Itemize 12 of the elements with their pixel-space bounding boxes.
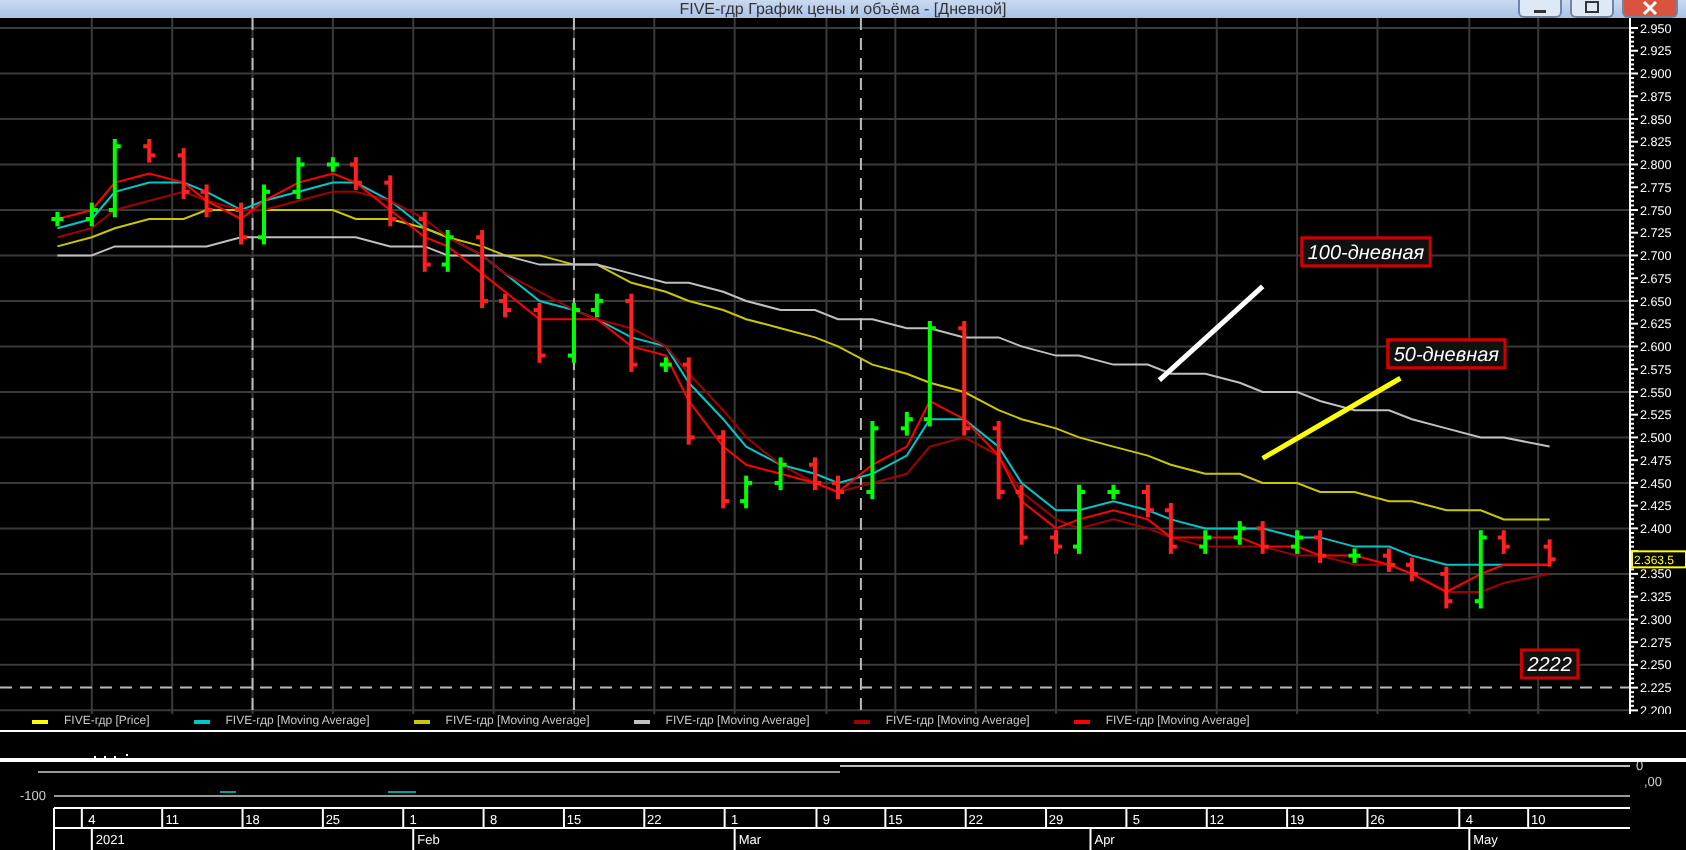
close-button[interactable]	[1622, 0, 1678, 18]
callout-label: 100-дневная	[1300, 236, 1432, 268]
annotation: 100-дневная	[1307, 242, 1426, 265]
minimize-button[interactable]	[1518, 0, 1562, 18]
callout-label: 2222	[1519, 648, 1580, 680]
window-title: FIVE-гдр График цены и объёма - [Дневной]	[679, 0, 1007, 18]
maximize-icon	[1582, 0, 1602, 16]
annotation: 2222	[1525, 654, 1573, 677]
callout-label: 50-дневная	[1386, 338, 1507, 370]
maximize-button[interactable]	[1570, 0, 1614, 18]
annotation: 50-дневная	[1393, 344, 1501, 367]
close-icon	[1640, 0, 1660, 16]
